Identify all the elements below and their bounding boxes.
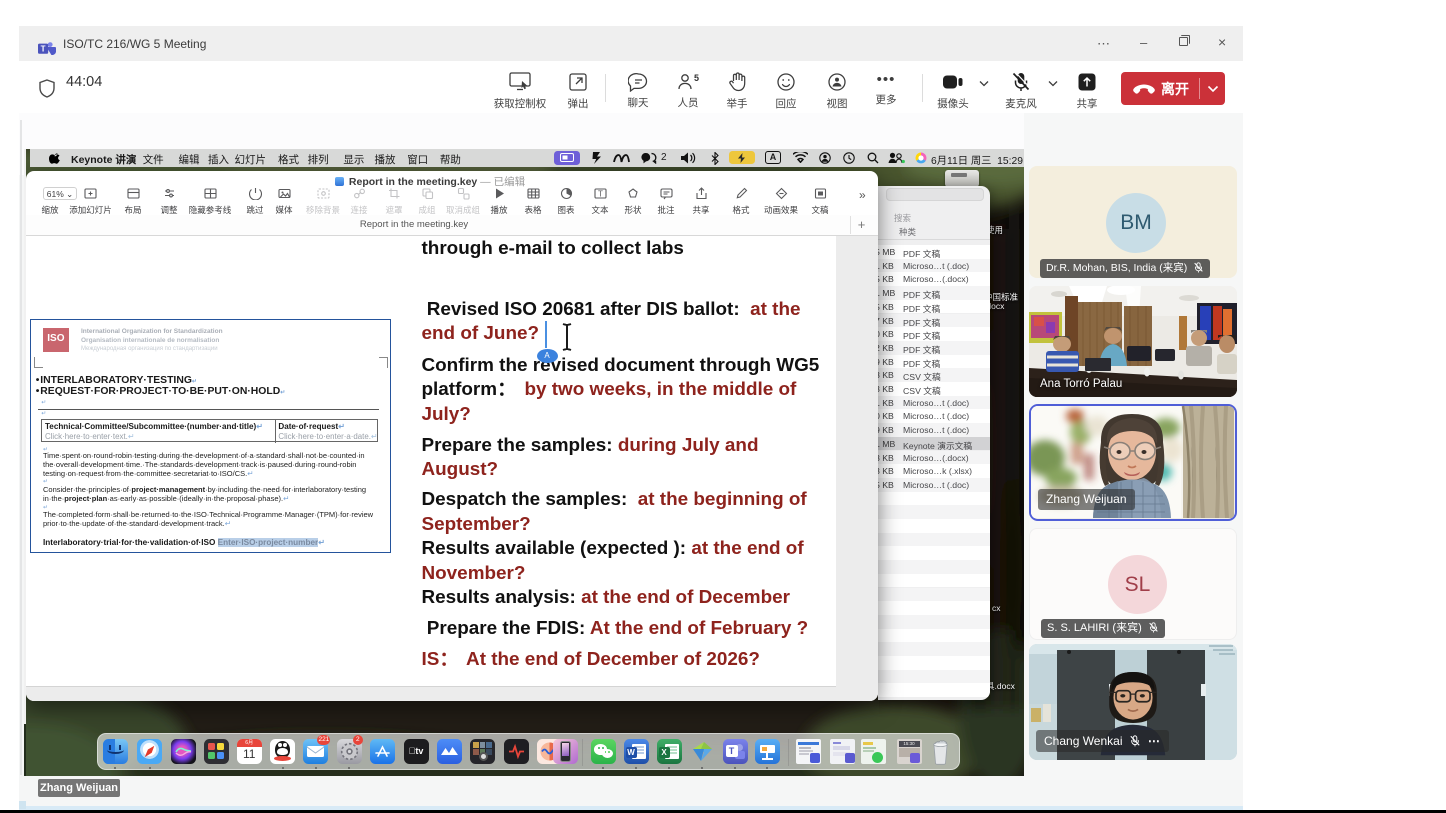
svg-text:T: T: [41, 45, 46, 54]
svg-text:5: 5: [694, 73, 699, 83]
svg-text:T: T: [598, 190, 603, 199]
